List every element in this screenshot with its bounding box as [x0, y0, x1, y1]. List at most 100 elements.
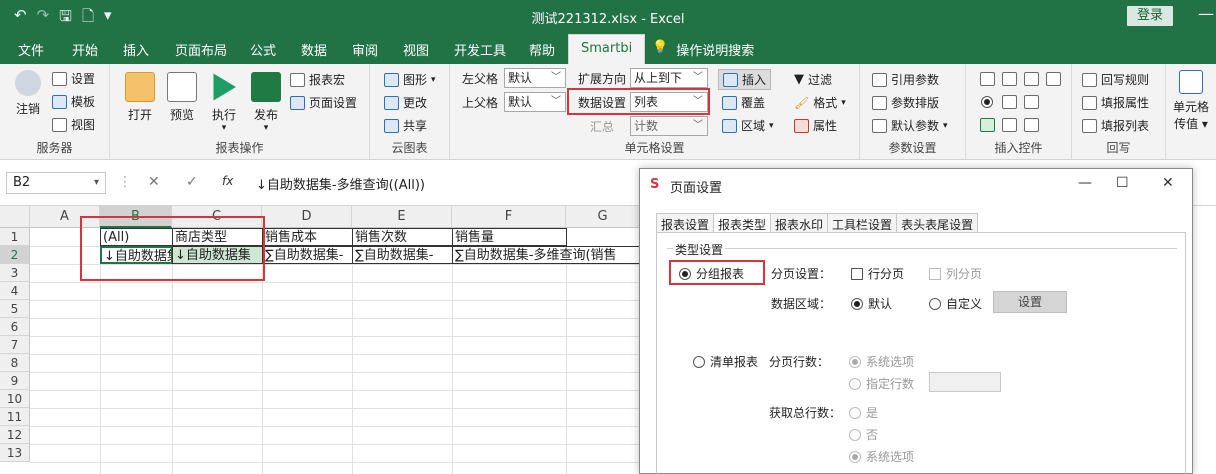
row-header-1[interactable]: 1 — [0, 228, 30, 246]
col-header-e[interactable]: E — [352, 206, 452, 228]
total-rows-no-radio[interactable]: 否 — [849, 426, 878, 443]
publish-button[interactable]: 发布 ▾ — [248, 72, 284, 133]
cell-d1[interactable]: 销售成本 — [262, 228, 353, 246]
enter-icon[interactable]: ✓ — [186, 174, 198, 190]
settings-button[interactable]: 设置 — [52, 70, 95, 87]
col-header-g[interactable]: G — [566, 206, 640, 228]
tab-toolbar-settings[interactable]: 工具栏设置 — [827, 213, 897, 233]
radio-control-icon[interactable] — [981, 96, 993, 108]
col-paging-checkbox[interactable]: 列分页 — [929, 265, 982, 282]
tell-me-search[interactable]: 💡 操作说明搜索 — [652, 40, 754, 59]
tab-data[interactable]: 数据 — [301, 40, 327, 59]
chart-button[interactable]: 图形 ▾ — [384, 71, 436, 88]
col-header-f[interactable]: F — [452, 206, 566, 228]
row-header-5[interactable]: 5 — [0, 300, 30, 318]
property-button[interactable]: 属性 — [794, 117, 837, 134]
image-control-icon[interactable] — [1024, 118, 1039, 132]
row-header-9[interactable]: 9 — [0, 372, 30, 390]
list-control-icon[interactable] — [1002, 72, 1017, 86]
page-setup-button[interactable]: 页面设置 — [290, 94, 357, 111]
preview-button[interactable]: 预览 — [164, 72, 200, 123]
row-header-6[interactable]: 6 — [0, 318, 30, 336]
run-button[interactable]: 执行 ▾ — [206, 72, 242, 133]
change-button[interactable]: 更改 — [384, 94, 427, 111]
cell-e2[interactable]: ∑自助数据集- — [352, 246, 453, 264]
list-report-radio[interactable]: 清单报表 — [693, 353, 758, 370]
page-rows-system-radio[interactable]: 系统选项 — [849, 353, 914, 370]
spreadsheet-grid[interactable]: A B C D E F G 1 2 3 4 5 6 7 8 9 10 11 12… — [0, 206, 640, 474]
row-header-2[interactable]: 2 — [0, 246, 30, 264]
minimize-icon[interactable]: — — [1078, 175, 1092, 191]
row-header-8[interactable]: 8 — [0, 354, 30, 372]
page-rows-input[interactable] — [929, 372, 1001, 392]
row-header-12[interactable]: 12 — [0, 426, 30, 444]
left-parent-select[interactable]: 默认 ﹀ — [504, 68, 566, 88]
up-parent-select[interactable]: 默认 ﹀ — [504, 92, 566, 112]
row-paging-checkbox[interactable]: 行分页 — [851, 265, 904, 282]
select-all-corner[interactable] — [0, 206, 30, 228]
row-header-11[interactable]: 11 — [0, 408, 30, 426]
insert-button[interactable]: 插入 — [718, 69, 772, 90]
tab-help[interactable]: 帮助 — [529, 40, 555, 59]
cover-button[interactable]: 覆盖 — [722, 94, 765, 111]
row-header-10[interactable]: 10 — [0, 390, 30, 408]
tab-home[interactable]: 开始 — [72, 40, 98, 59]
row-header-4[interactable]: 4 — [0, 282, 30, 300]
calendar-control-icon[interactable] — [1046, 72, 1061, 86]
expand-dir-select[interactable]: 从上到下 ﹀ — [630, 68, 708, 88]
checkbox-control-icon[interactable] — [980, 118, 995, 132]
tab-file[interactable]: 文件 — [18, 40, 44, 59]
tab-report-type[interactable]: 报表类型 — [713, 213, 771, 233]
cancel-icon[interactable]: ✕ — [148, 174, 160, 190]
tab-header-footer[interactable]: 表头表尾设置 — [896, 213, 979, 233]
tab-formulas[interactable]: 公式 — [250, 40, 276, 59]
cell-e1[interactable]: 销售次数 — [352, 228, 453, 246]
summary-select[interactable]: 计数 ﹀ — [630, 116, 708, 136]
view-button[interactable]: 视图 — [52, 116, 95, 133]
writeback-rule-button[interactable]: 回写规则 — [1082, 71, 1149, 88]
login-button[interactable]: 登录 — [1127, 6, 1173, 26]
name-box[interactable]: B2 ▾ — [6, 172, 106, 194]
region-setup-button[interactable]: 设置 — [993, 291, 1067, 313]
region-custom-radio[interactable]: 自定义 — [929, 295, 982, 312]
cell-f2[interactable]: ∑自助数据集-多维查询(销售 — [452, 246, 640, 264]
tab-page-layout[interactable]: 页面布局 — [175, 40, 227, 59]
region-default-radio[interactable]: 默认 — [851, 295, 892, 312]
default-param-button[interactable]: 默认参数 ▾ — [872, 117, 948, 134]
combo-control-icon[interactable] — [1002, 95, 1017, 109]
ref-param-button[interactable]: 引用参数 — [872, 71, 939, 88]
formula-content[interactable]: ↓自助数据集-多维查询((All)) — [256, 174, 425, 193]
tab-report-settings[interactable]: 报表设置 — [656, 213, 714, 233]
logout-button[interactable]: 注销 — [10, 70, 46, 117]
tab-review[interactable]: 审阅 — [352, 40, 378, 59]
fill-list-button[interactable]: 填报列表 — [1082, 117, 1149, 134]
total-rows-system-radio[interactable]: 系统选项 — [849, 448, 914, 465]
insert-function-icon[interactable]: fx — [222, 174, 233, 188]
row-header-7[interactable]: 7 — [0, 336, 30, 354]
table-control-icon[interactable] — [1024, 95, 1039, 109]
grid-control-icon[interactable] — [1024, 72, 1039, 86]
tab-watermark[interactable]: 报表水印 — [770, 213, 828, 233]
cell-d2[interactable]: ∑自助数据集- — [262, 246, 353, 264]
tab-insert[interactable]: 插入 — [123, 40, 149, 59]
open-button[interactable]: 打开 — [122, 72, 158, 123]
filter-button[interactable]: ▼ 过滤 — [794, 71, 832, 88]
maximize-icon[interactable]: ☐ — [1116, 175, 1129, 191]
multi-control-icon[interactable] — [1002, 118, 1017, 132]
report-macro-button[interactable]: 报表宏 — [290, 71, 345, 88]
cell-f1[interactable]: 销售量 — [452, 228, 567, 246]
tab-smartbi[interactable]: Smartbi — [568, 34, 646, 64]
fill-property-button[interactable]: 填报属性 — [1082, 94, 1149, 111]
total-rows-yes-radio[interactable]: 是 — [849, 404, 878, 421]
share-button[interactable]: 共享 — [384, 117, 427, 134]
textbox-control-icon[interactable] — [980, 72, 995, 86]
col-header-d[interactable]: D — [262, 206, 352, 228]
close-icon[interactable]: ✕ — [1162, 175, 1174, 191]
param-layout-button[interactable]: 参数排版 — [872, 94, 939, 111]
cell-pass-value-button[interactable]: 单元格 传值 ▾ — [1168, 70, 1214, 132]
tab-view[interactable]: 视图 — [403, 40, 429, 59]
row-header-13[interactable]: 13 — [0, 444, 30, 462]
minimize-icon[interactable]: — — [1198, 4, 1214, 23]
row-header-3[interactable]: 3 — [0, 264, 30, 282]
page-rows-specify-radio[interactable]: 指定行数 — [849, 375, 914, 392]
